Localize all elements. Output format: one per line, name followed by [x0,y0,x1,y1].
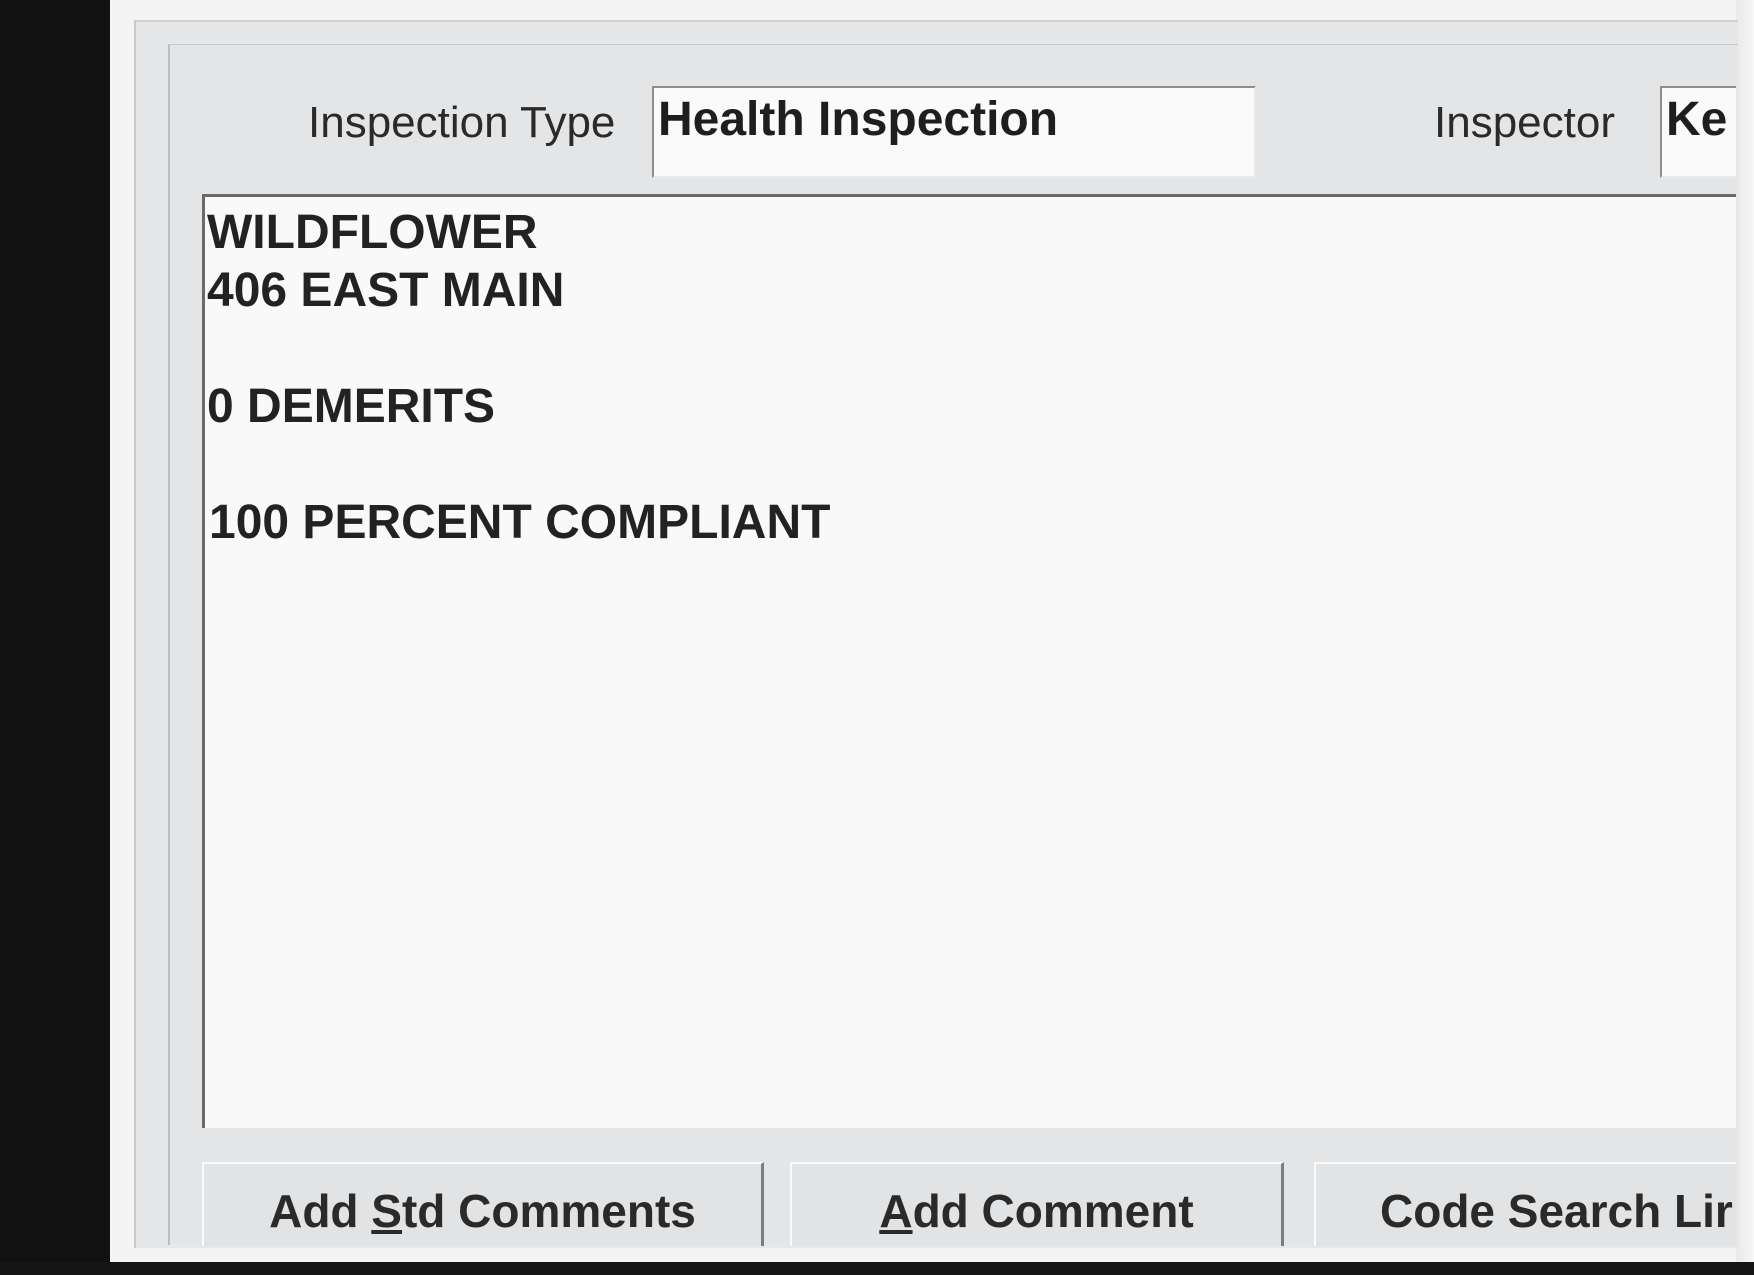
scan-edge-bottom [0,1262,1754,1275]
inspection-type-value: Health Inspection [658,93,1059,146]
add-comment-mnemonic: A [879,1185,913,1237]
comment-line-compliance: 100 PERCENT COMPLIANT [209,496,831,549]
comment-line-address: 406 EAST MAIN [207,264,565,317]
inspector-value: Ke [1666,93,1728,146]
add-std-comments-label: Add Std Comments [204,1184,761,1238]
inspection-type-label: Inspection Type [308,98,616,147]
comment-line-business: WILDFLOWER [207,206,538,259]
inspector-label: Inspector [1434,98,1615,147]
add-std-comments-label-pre: Add [269,1185,372,1237]
add-comment-label: Add Comment [792,1184,1281,1238]
scan-edge-right [1736,0,1754,1275]
add-std-comments-mnemonic: S [371,1185,402,1237]
add-comment-label-post: dd Comment [912,1185,1194,1237]
scanned-page: Inspection Type Health Inspection Inspec… [0,0,1754,1275]
add-comment-button[interactable]: Add Comment [790,1162,1284,1246]
inspection-type-field[interactable]: Health Inspection [652,86,1256,178]
add-std-comments-label-post: td Comments [401,1185,696,1237]
inspector-field[interactable]: Ke [1660,86,1736,178]
comments-textarea[interactable]: WILDFLOWER 406 EAST MAIN 0 DEMERITS 100 … [202,194,1736,1128]
code-search-button[interactable]: Code Search Lir [1314,1162,1736,1246]
scan-edge-left [0,0,110,1275]
comment-line-demerits: 0 DEMERITS [207,380,496,433]
add-std-comments-button[interactable]: Add Std Comments [202,1162,764,1246]
code-search-label: Code Search Lir [1380,1185,1733,1237]
